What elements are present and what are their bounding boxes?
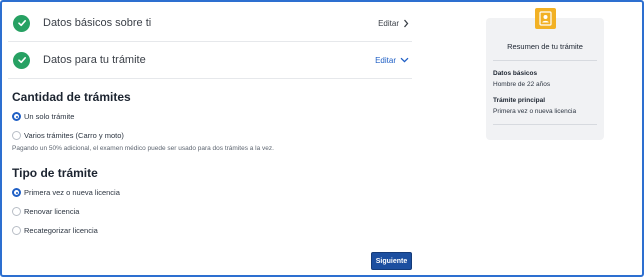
radio-un-solo-tramite[interactable]: Un solo trámite	[12, 112, 74, 121]
edit-datos-tramite-link[interactable]: Editar	[375, 56, 409, 65]
option-label: Varios trámites (Carro y moto)	[24, 131, 124, 140]
edit-label: Editar	[375, 55, 396, 65]
next-button[interactable]: Siguiente	[371, 252, 412, 270]
chevron-right-icon	[404, 19, 409, 27]
chevron-down-icon	[400, 57, 409, 63]
radio-renovar[interactable]: Renovar licencia	[12, 207, 79, 216]
cantidad-note: Pagando un 50% adicional, el examen médi…	[12, 145, 274, 152]
radio-primera-vez[interactable]: Primera vez o nueva licencia	[12, 188, 120, 197]
radio-icon	[12, 131, 21, 140]
step-datos-tramite: Datos para tu trámite Editar	[8, 42, 412, 79]
id-badge-icon	[535, 8, 556, 29]
step-datos-basicos: Datos básicos sobre ti Editar	[8, 5, 412, 42]
edit-label: Editar	[378, 18, 399, 28]
option-label: Primera vez o nueva licencia	[24, 188, 120, 197]
tipo-title: Tipo de trámite	[12, 166, 98, 180]
option-label: Un solo trámite	[24, 112, 75, 121]
radio-varios-tramites[interactable]: Varios trámites (Carro y moto)	[12, 131, 124, 140]
summary-title: Resumen de tu trámite	[507, 42, 583, 51]
summary-card: Resumen de tu trámite Datos básicos Homb…	[486, 18, 604, 140]
radio-icon	[12, 207, 21, 216]
step-label: Datos para tu trámite	[43, 54, 146, 66]
summary-datos-value: Hombre de 22 años	[493, 81, 551, 88]
radio-icon	[12, 226, 21, 235]
divider	[493, 60, 597, 61]
summary-tramite-label: Trámite principal	[493, 97, 546, 104]
radio-selected-icon	[12, 112, 21, 121]
divider	[493, 124, 597, 125]
check-icon	[13, 14, 30, 32]
summary-datos-label: Datos básicos	[493, 70, 538, 77]
edit-datos-basicos-link[interactable]: Editar	[378, 19, 409, 28]
step-label: Datos básicos sobre ti	[43, 17, 152, 29]
radio-recategorizar[interactable]: Recategorizar licencia	[12, 226, 98, 235]
summary-tramite-value: Primera vez o nueva licencia	[493, 108, 577, 115]
cantidad-title: Cantidad de trámites	[12, 90, 131, 104]
option-label: Recategorizar licencia	[24, 226, 98, 235]
radio-selected-icon	[12, 188, 21, 197]
check-icon	[13, 51, 30, 69]
option-label: Renovar licencia	[24, 207, 80, 216]
